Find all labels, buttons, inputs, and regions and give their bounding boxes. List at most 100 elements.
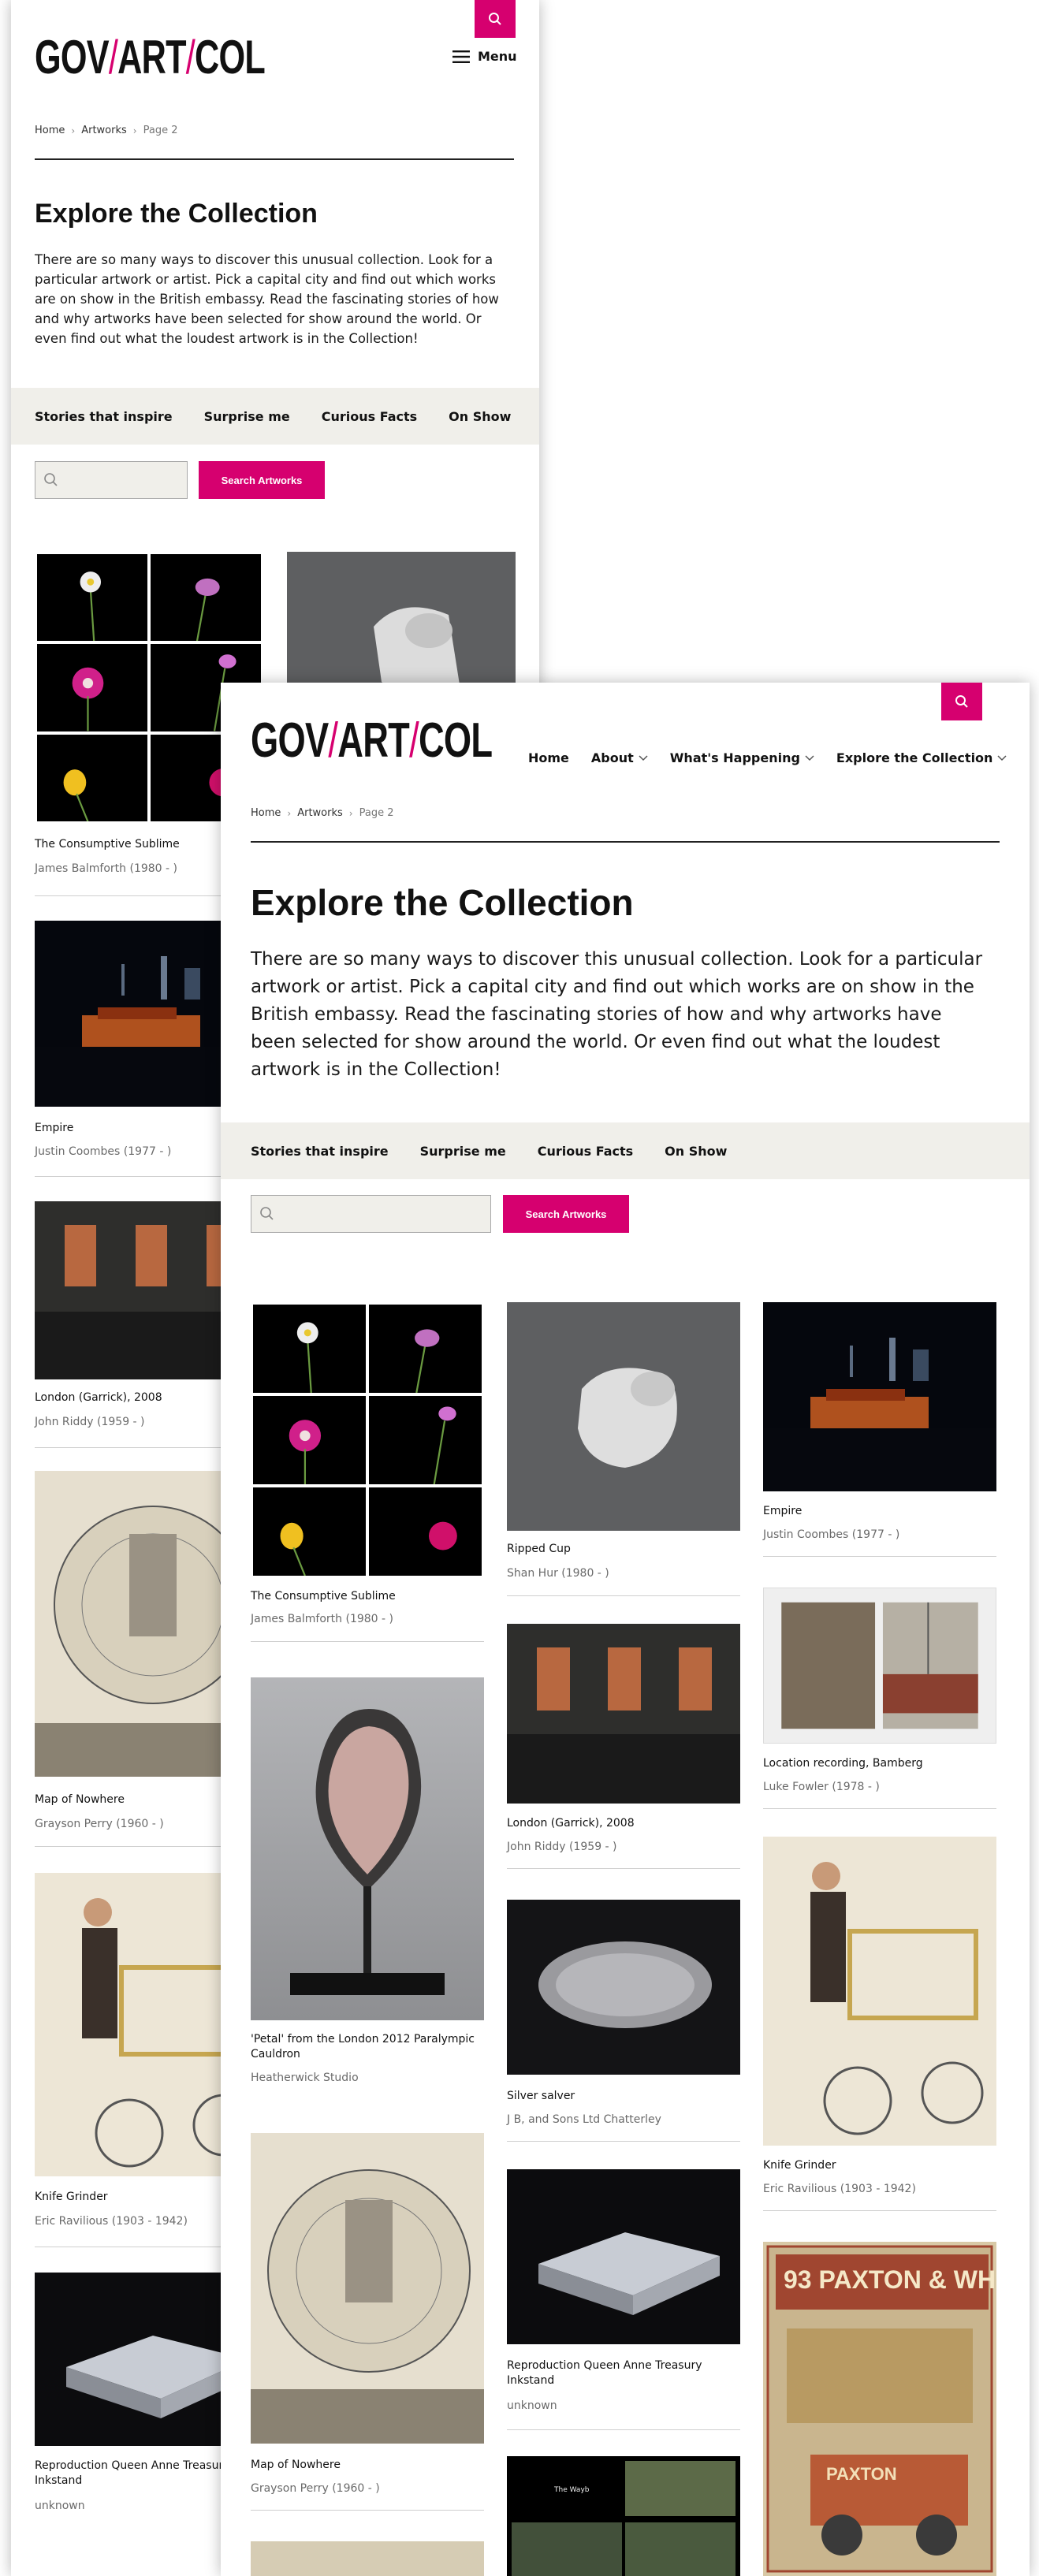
artwork-card-partial[interactable] (251, 2541, 484, 2576)
artwork-title[interactable]: 'Petal' from the London 2012 Paralympic … (251, 2032, 479, 2062)
artwork-image (507, 2169, 740, 2344)
artwork-image (507, 1624, 740, 1804)
artwork-card-knife-grinder[interactable]: Knife Grinder Eric Ravilious (1903 - 194… (763, 1837, 996, 2211)
artwork-artist: J B, and Sons Ltd Chatterley (507, 2113, 661, 2126)
poster-van-text: PAXTON (826, 2464, 897, 2484)
card-divider (763, 1556, 996, 1557)
artwork-card-petal[interactable]: 'Petal' from the London 2012 Paralympic … (251, 1677, 484, 2084)
tab-stories-that-inspire[interactable]: Stories that inspire (251, 1144, 389, 1159)
search-input[interactable] (35, 461, 188, 499)
artwork-title[interactable]: Silver salver (507, 2089, 575, 2104)
poster-text: 93 PAXTON & WHI (784, 2265, 996, 2294)
artwork-artist: unknown (35, 2500, 85, 2512)
site-logo[interactable]: GOV/ART/COL (251, 713, 493, 769)
artwork-title[interactable]: Map of Nowhere (251, 2458, 341, 2473)
artwork-image (251, 2541, 484, 2576)
search-input[interactable] (251, 1195, 491, 1233)
artwork-artist: John Riddy (1959 - ) (507, 1841, 617, 1853)
breadcrumb-home-link[interactable]: Home (35, 125, 65, 136)
artwork-title[interactable]: Empire (35, 1121, 73, 1136)
artwork-artist: Heatherwick Studio (251, 2072, 359, 2084)
artwork-title[interactable]: Knife Grinder (35, 2190, 108, 2205)
artwork-artist: John Riddy (1959 - ) (35, 1416, 145, 1428)
menu-button[interactable]: Menu (452, 49, 517, 64)
artwork-card-empire[interactable]: Empire Justin Coombes (1977 - ) (763, 1302, 996, 1562)
artwork-card-map-of-nowhere[interactable]: Map of Nowhere Grayson Perry (1960 - ) (251, 2133, 484, 2511)
chevron-down-icon (639, 754, 648, 761)
card-divider (507, 2141, 740, 2142)
card-divider (507, 2429, 740, 2430)
artwork-title[interactable]: Empire (763, 1504, 802, 1519)
artwork-card-silver-salver[interactable]: Silver salver J B, and Sons Ltd Chatterl… (507, 1900, 740, 2156)
card-divider (251, 1641, 484, 1642)
breadcrumb: Home › Artworks › Page 2 (35, 125, 177, 136)
artwork-card-ripped-cup[interactable]: Ripped Cup Shan Hur (1980 - ) (507, 1302, 740, 1602)
search-icon (489, 13, 501, 25)
nav-whats-happening[interactable]: What's Happening (670, 750, 814, 765)
card-divider (507, 1868, 740, 1869)
artwork-title[interactable]: London (Garrick), 2008 (507, 1816, 635, 1831)
explore-tabs: Stories that inspire Surprise me Curious… (11, 388, 539, 445)
artwork-title[interactable]: Ripped Cup (507, 1542, 571, 1557)
nav-explore-the-collection[interactable]: Explore the Collection (836, 750, 1007, 765)
artwork-card-location-recording[interactable]: Location recording, Bamberg Luke Fowler … (763, 1588, 996, 1824)
main-navigation: Home About What's Happening Explore the … (528, 750, 1007, 765)
search-artworks-button[interactable]: Search Artworks (503, 1195, 629, 1233)
artwork-artist: Eric Ravilious (1903 - 1942) (763, 2183, 916, 2195)
tab-surprise-me[interactable]: Surprise me (204, 409, 290, 424)
artwork-artist: unknown (507, 2399, 557, 2412)
tab-on-show[interactable]: On Show (665, 1144, 727, 1159)
artwork-title[interactable]: The Consumptive Sublime (35, 837, 180, 852)
artwork-image (507, 1302, 740, 1531)
nav-home[interactable]: Home (528, 750, 569, 765)
artwork-title[interactable]: Map of Nowhere (35, 1792, 125, 1807)
artwork-image (763, 1588, 996, 1744)
artwork-card-queen-anne-inkstand[interactable]: Reproduction Queen Anne Treasury Inkstan… (507, 2169, 740, 2430)
artwork-artist: Justin Coombes (1977 - ) (35, 1145, 172, 1158)
tab-surprise-me[interactable]: Surprise me (420, 1144, 506, 1159)
tab-on-show[interactable]: On Show (449, 409, 511, 424)
artwork-image (251, 1302, 484, 1578)
artwork-title[interactable]: Knife Grinder (763, 2158, 836, 2173)
breadcrumb-artworks-link[interactable]: Artworks (81, 125, 127, 136)
tab-curious-facts[interactable]: Curious Facts (322, 409, 417, 424)
artwork-artist: Luke Fowler (1978 - ) (763, 1781, 880, 1793)
artwork-image: The Wayb (507, 2456, 740, 2576)
breadcrumb-current: Page 2 (143, 125, 178, 136)
artwork-image (507, 1900, 740, 2075)
artwork-title[interactable]: Reproduction Queen Anne Treasury Inkstan… (507, 2358, 740, 2388)
header-divider (35, 158, 514, 160)
site-logo[interactable]: GOV/ART/COL (35, 30, 266, 84)
artwork-title[interactable]: London (Garrick), 2008 (35, 1390, 162, 1405)
artwork-card-london-garrick[interactable]: London (Garrick), 2008 John Riddy (1959 … (507, 1624, 740, 1880)
artwork-artist: Eric Ravilious (1903 - 1942) (35, 2215, 188, 2228)
chevron-right-icon: › (348, 807, 353, 819)
chevron-down-icon (805, 754, 814, 761)
chevron-down-icon (997, 754, 1007, 761)
card-divider (763, 2210, 996, 2211)
card-divider (507, 1595, 740, 1596)
artwork-card-video-stills[interactable]: The Wayb (507, 2456, 740, 2576)
search-toggle-button[interactable] (941, 683, 982, 720)
artwork-title[interactable]: Location recording, Bamberg (763, 1756, 923, 1771)
page-intro: There are so many ways to discover this … (35, 252, 499, 346)
artwork-title[interactable]: The Consumptive Sublime (251, 1589, 396, 1604)
breadcrumb-home-link[interactable]: Home (251, 807, 281, 819)
search-artworks-button[interactable]: Search Artworks (199, 461, 325, 499)
tab-curious-facts[interactable]: Curious Facts (538, 1144, 633, 1159)
breadcrumb: Home › Artworks › Page 2 (251, 807, 393, 819)
artwork-card-consumptive-sublime[interactable]: The Consumptive Sublime James Balmforth … (251, 1302, 484, 1642)
artwork-card-paxton-poster[interactable]: 93 PAXTON & WHI PAXTON (763, 2242, 996, 2576)
artwork-image: 93 PAXTON & WHI PAXTON (763, 2242, 996, 2576)
artwork-artist: Justin Coombes (1977 - ) (763, 1528, 900, 1541)
header-divider (251, 841, 1000, 843)
breadcrumb-artworks-link[interactable]: Artworks (297, 807, 343, 819)
search-icon (955, 695, 968, 708)
video-caption: The Wayb (554, 2486, 590, 2494)
tab-stories-that-inspire[interactable]: Stories that inspire (35, 409, 173, 424)
search-toggle-button[interactable] (475, 0, 516, 38)
chevron-right-icon: › (287, 807, 292, 819)
search-icon (260, 1207, 274, 1220)
nav-about[interactable]: About (591, 750, 648, 765)
card-divider (251, 2510, 484, 2511)
